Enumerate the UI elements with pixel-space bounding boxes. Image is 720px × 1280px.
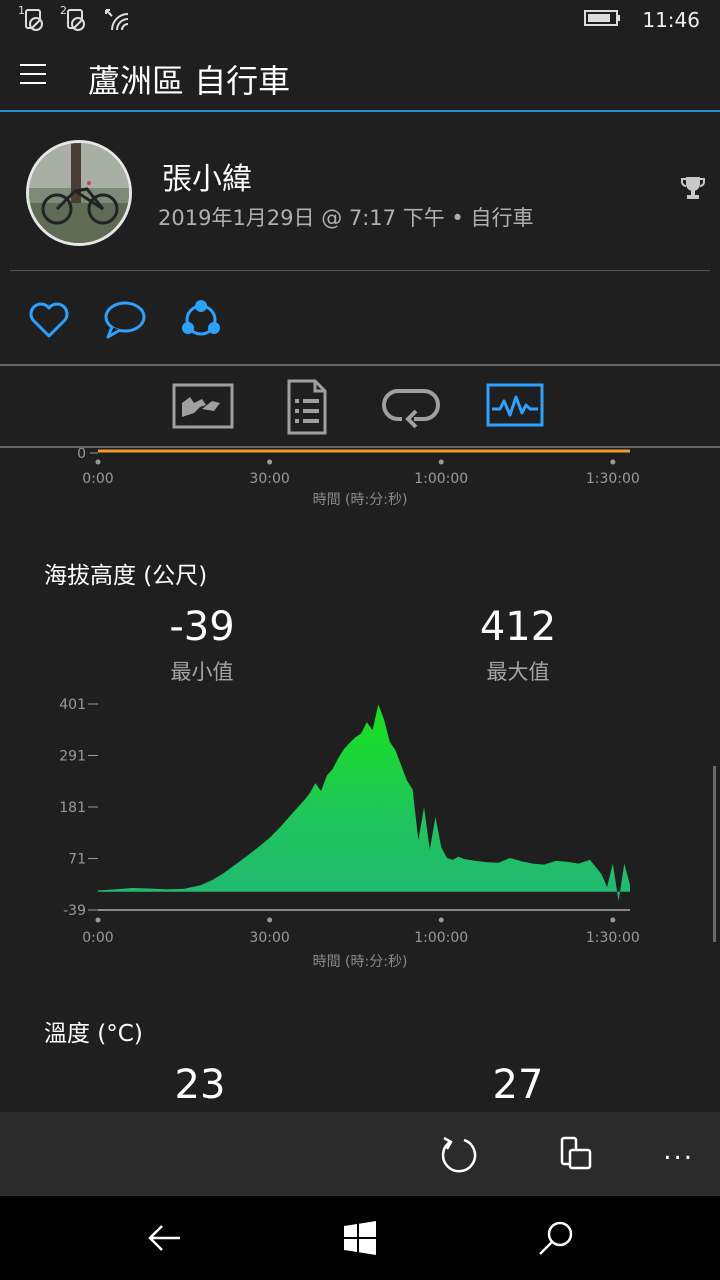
sim2-label: 2 bbox=[60, 4, 67, 17]
divider bbox=[10, 270, 710, 271]
share-icon[interactable] bbox=[178, 298, 224, 342]
elevation-y-tick-label: 401 bbox=[59, 697, 86, 713]
elevation-chart: 401 291 181 71 -39 0:00 30:00 1:00:00 1:30:00 時… bbox=[59, 697, 640, 970]
comment-icon[interactable] bbox=[102, 298, 148, 342]
sim1-no-signal-icon: 1 bbox=[18, 4, 46, 34]
heart-icon[interactable] bbox=[26, 298, 72, 342]
elevation-area bbox=[98, 704, 630, 902]
elevation-x-tick-dot bbox=[610, 917, 616, 923]
top-chart-x-ticks: 0:00 30:00 1:00:00 1:30:00 bbox=[82, 459, 640, 487]
temperature-max-value: 27 bbox=[492, 1062, 544, 1108]
temperature-title: 溫度 (°C) bbox=[44, 1021, 143, 1047]
elevation-x-tick-dot bbox=[267, 917, 273, 923]
elevation-y-tick-label: 181 bbox=[59, 800, 86, 816]
windows-logo-icon[interactable] bbox=[338, 1216, 382, 1260]
top-chart: 0 0:00 30:00 1:00:00 1:30:00 時間 (時:分:秒) bbox=[77, 448, 640, 508]
top-chart-x-tick-dot bbox=[267, 459, 273, 465]
top-chart-x-title: 時間 (時:分:秒) bbox=[313, 492, 408, 508]
user-name[interactable]: 張小緯 bbox=[162, 154, 252, 198]
elevation-x-tick-dot bbox=[95, 917, 101, 923]
temperature-min-value: 23 bbox=[174, 1062, 226, 1108]
refresh-icon[interactable] bbox=[436, 1132, 480, 1176]
scrollbar[interactable] bbox=[713, 766, 716, 942]
top-chart-x-tick-dot bbox=[438, 459, 444, 465]
back-arrow-icon[interactable] bbox=[142, 1216, 186, 1260]
elevation-x-tick-dot bbox=[438, 917, 444, 923]
charts-tab-icon[interactable] bbox=[486, 382, 548, 432]
title-bar: 蘆洲區 自行車 bbox=[0, 40, 720, 112]
details-tab-icon[interactable] bbox=[276, 379, 338, 435]
elevation-x-tick-label: 0:00 bbox=[82, 930, 113, 946]
activity-meta: 2019年1月29日 @ 7:17 下午 • 自行車 bbox=[158, 206, 534, 230]
elevation-x-tick-label: 1:00:00 bbox=[414, 930, 468, 946]
app-bar: ... bbox=[0, 1112, 720, 1196]
top-chart-y-tick: 0 bbox=[77, 448, 86, 462]
top-chart-x-tick-label: 0:00 bbox=[82, 471, 113, 487]
hamburger-icon[interactable] bbox=[20, 64, 50, 88]
status-icons: 1 2 bbox=[18, 4, 132, 36]
tab-bar bbox=[0, 364, 720, 448]
sim2-no-signal-icon: 2 bbox=[60, 4, 88, 34]
status-bar: 1 2 11:46 bbox=[0, 0, 720, 40]
elevation-x-ticks: 0:00 30:00 1:00:00 1:30:00 bbox=[82, 917, 640, 946]
avatar[interactable] bbox=[26, 140, 132, 246]
elevation-y-ticks: 401 291 181 71 -39 bbox=[59, 697, 98, 919]
battery-icon bbox=[584, 8, 622, 32]
elevation-min-value: -39 bbox=[169, 604, 235, 650]
more-button[interactable]: ... bbox=[663, 1136, 694, 1166]
trophy-icon[interactable] bbox=[680, 174, 706, 202]
elevation-title: 海拔高度 (公尺) bbox=[44, 563, 208, 589]
clock: 11:46 bbox=[642, 8, 700, 32]
top-chart-x-tick-label: 1:30:00 bbox=[586, 471, 640, 487]
search-icon[interactable] bbox=[534, 1216, 578, 1260]
activity-header: 張小緯 2019年1月29日 @ 7:17 下午 • 自行車 bbox=[0, 114, 720, 364]
laps-tab-icon[interactable] bbox=[380, 382, 442, 432]
elevation-max-label: 最大值 bbox=[486, 660, 550, 684]
elevation-y-tick-label: 291 bbox=[59, 749, 86, 765]
elevation-y-tick-label: 71 bbox=[68, 852, 86, 868]
top-chart-x-tick-label: 30:00 bbox=[249, 471, 289, 487]
top-chart-x-tick-dot bbox=[95, 459, 101, 465]
top-chart-x-tick-label: 1:00:00 bbox=[414, 471, 468, 487]
page-title: 蘆洲區 自行車 bbox=[88, 62, 291, 100]
elevation-max-value: 412 bbox=[479, 604, 557, 650]
sim1-label: 1 bbox=[18, 4, 25, 17]
elevation-min-label: 最小值 bbox=[170, 660, 234, 684]
elevation-x-tick-label: 1:30:00 bbox=[586, 930, 640, 946]
elevation-y-tick-label: -39 bbox=[63, 903, 86, 919]
send-to-device-icon[interactable] bbox=[554, 1132, 598, 1176]
map-tab-icon[interactable] bbox=[172, 382, 234, 432]
wifi-icon bbox=[102, 4, 132, 36]
top-chart-x-tick-dot bbox=[610, 459, 616, 465]
action-row bbox=[26, 298, 224, 342]
elevation-x-title: 時間 (時:分:秒) bbox=[313, 954, 408, 970]
elevation-x-tick-label: 30:00 bbox=[249, 930, 289, 946]
nav-bar bbox=[0, 1196, 720, 1280]
charts-content: 0 0:00 30:00 1:00:00 1:30:00 時間 (時:分:秒) 海拔高… bbox=[0, 448, 720, 1112]
